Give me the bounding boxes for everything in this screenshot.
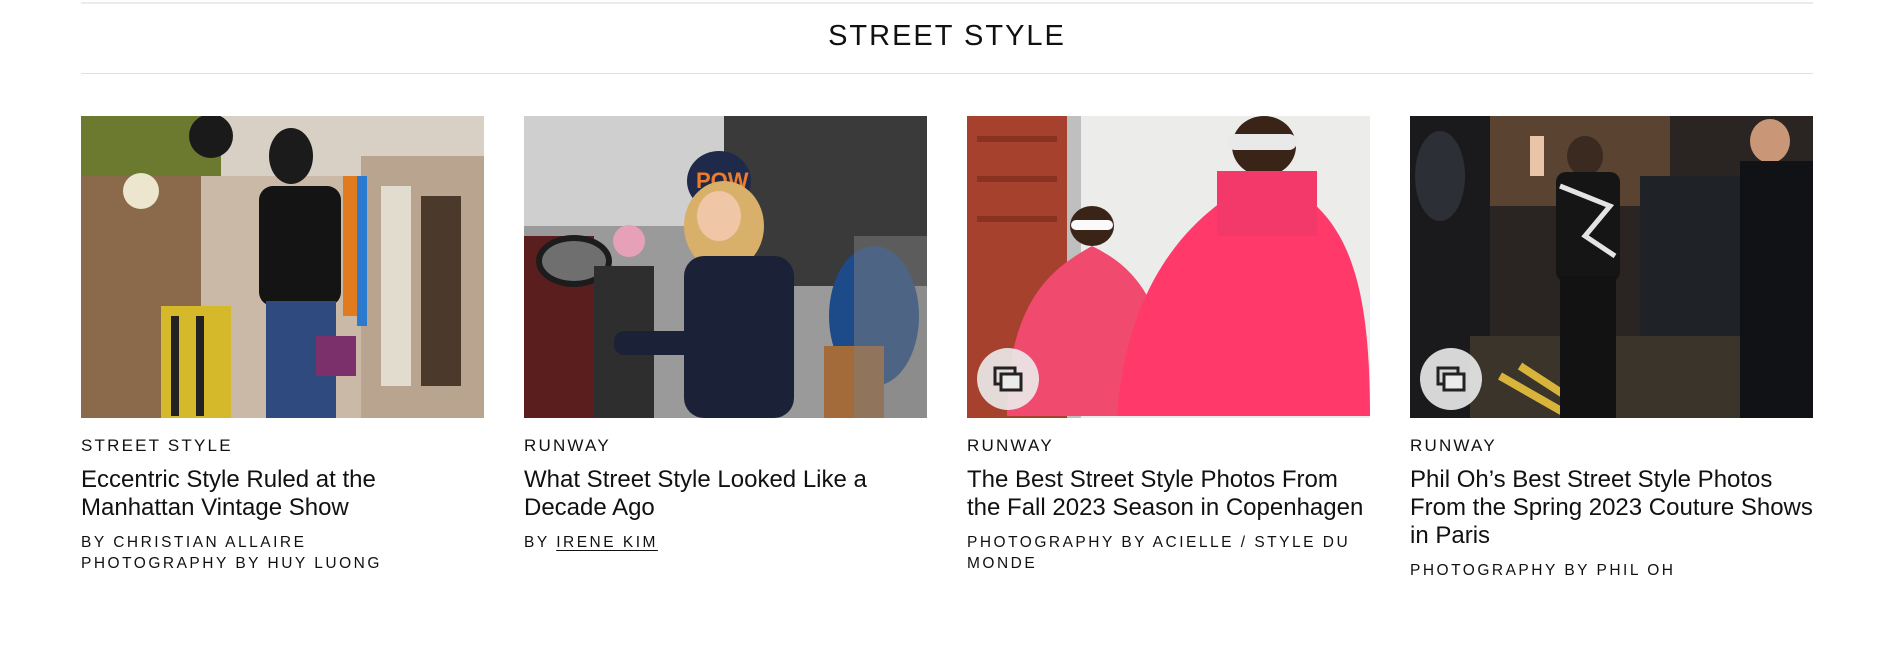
section-title[interactable]: STREET STYLE	[81, 18, 1813, 54]
story-image-vintage-show[interactable]	[81, 116, 484, 418]
gallery-badge[interactable]	[1420, 348, 1482, 410]
story-rubric[interactable]: STREET STYLE	[81, 436, 484, 456]
gallery-icon	[993, 366, 1023, 392]
story-byline: PHOTOGRAPHY BY ACIELLE / STYLE DU MONDE	[967, 532, 1370, 574]
byline-prefix: BY	[524, 534, 557, 551]
byline-photographer: PHOTOGRAPHY BY PHIL OH	[1410, 562, 1676, 579]
story-headline[interactable]: The Best Street Style Photos From the Fa…	[967, 466, 1370, 522]
story-photo: POW	[524, 116, 927, 418]
story-image-decade-ago[interactable]: POW	[524, 116, 927, 418]
story-image-copenhagen[interactable]	[967, 116, 1370, 418]
section-top-rule	[81, 2, 1813, 4]
story-card[interactable]: POW RUNWAY What Street Style Looked Like…	[524, 116, 927, 581]
byline-photographer: PHOTOGRAPHY BY ACIELLE / STYLE DU MONDE	[967, 534, 1351, 572]
story-byline: BY CHRISTIAN ALLAIRE PHOTOGRAPHY BY HUY …	[81, 532, 484, 574]
section-bottom-rule	[81, 73, 1813, 74]
story-headline[interactable]: Phil Oh’s Best Street Style Photos From …	[1410, 466, 1813, 550]
byline-author-link[interactable]: IRENE KIM	[556, 534, 658, 551]
story-rubric[interactable]: RUNWAY	[967, 436, 1370, 456]
story-rubric[interactable]: RUNWAY	[1410, 436, 1813, 456]
story-image-couture-paris[interactable]	[1410, 116, 1813, 418]
story-photo	[81, 116, 484, 418]
byline-photographer: PHOTOGRAPHY BY HUY LUONG	[81, 555, 382, 572]
story-byline: PHOTOGRAPHY BY PHIL OH	[1410, 560, 1813, 581]
story-card[interactable]: RUNWAY Phil Oh’s Best Street Style Photo…	[1410, 116, 1813, 581]
byline-author: BY CHRISTIAN ALLAIRE	[81, 534, 307, 551]
gallery-icon	[1436, 366, 1466, 392]
story-grid: STREET STYLE Eccentric Style Ruled at th…	[81, 116, 1813, 581]
story-card[interactable]: STREET STYLE Eccentric Style Ruled at th…	[81, 116, 484, 581]
story-headline[interactable]: Eccentric Style Ruled at the Manhattan V…	[81, 466, 484, 522]
story-headline[interactable]: What Street Style Looked Like a Decade A…	[524, 466, 927, 522]
story-card[interactable]: RUNWAY The Best Street Style Photos From…	[967, 116, 1370, 581]
story-byline: BY IRENE KIM	[524, 532, 927, 553]
gallery-badge[interactable]	[977, 348, 1039, 410]
story-rubric[interactable]: RUNWAY	[524, 436, 927, 456]
